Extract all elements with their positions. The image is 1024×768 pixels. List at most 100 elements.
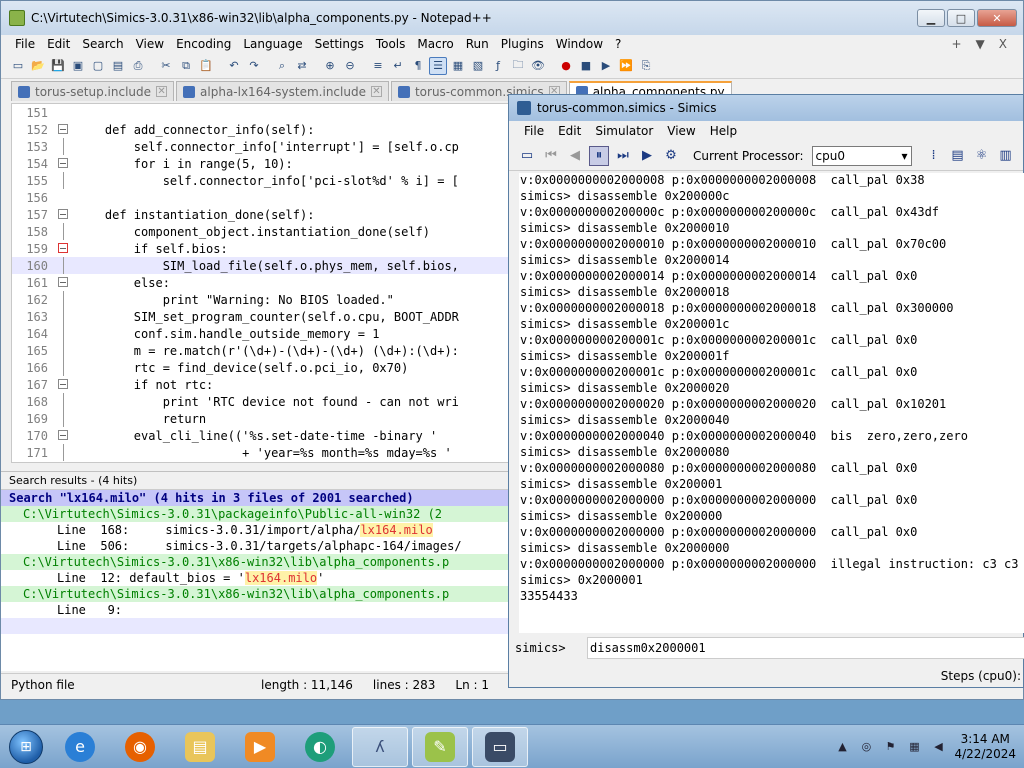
- fold-toggle-icon[interactable]: [58, 430, 68, 440]
- close-all-icon[interactable]: ▤: [109, 57, 127, 75]
- menu-edit[interactable]: Edit: [41, 37, 76, 51]
- search-hit-row[interactable]: Line 168: simics-3.0.31/import/alpha/lx1…: [1, 522, 511, 538]
- step-forward-icon[interactable]: ⏭: [613, 146, 633, 166]
- new-session-icon[interactable]: ▭: [517, 146, 537, 166]
- search-hit-row[interactable]: Line 12: default_bios = ' lx164.milo ': [1, 570, 511, 586]
- taskbar-explorer[interactable]: ▤: [172, 727, 228, 767]
- menu-macro[interactable]: Macro: [411, 37, 459, 51]
- doc-map-icon[interactable]: ▧: [469, 57, 487, 75]
- save-icon[interactable]: 💾: [49, 57, 67, 75]
- simics-console[interactable]: v:0x0000000002000008 p:0x000000000200000…: [519, 173, 1024, 633]
- undo-icon[interactable]: ↶: [225, 57, 243, 75]
- cut-icon[interactable]: ✂: [157, 57, 175, 75]
- search-hit-row[interactable]: Line 9:: [1, 602, 511, 618]
- clock[interactable]: 3:14 AM 4/22/2024: [954, 732, 1016, 762]
- command-input[interactable]: disassm0x2000001: [587, 637, 1024, 659]
- search-query-row[interactable]: Search "lx164.milo" (4 hits in 3 files o…: [1, 490, 511, 506]
- tab-torus-setup[interactable]: torus-setup.include ✕: [11, 81, 175, 101]
- menu-tools[interactable]: Tools: [370, 37, 412, 51]
- pause-icon[interactable]: ⏸: [589, 145, 609, 166]
- settings-cog-icon[interactable]: ⚙: [661, 146, 681, 166]
- replace-icon[interactable]: ⇄: [293, 57, 311, 75]
- search-file-row[interactable]: C:\Virtutech\Simics-3.0.31\x86-win32\lib…: [1, 586, 511, 602]
- run-macro-multiple-icon[interactable]: ⏩: [617, 57, 635, 75]
- volume-icon[interactable]: ◀: [930, 740, 946, 754]
- io-icon[interactable]: ▤: [948, 146, 968, 166]
- simics-menu-help[interactable]: Help: [703, 124, 744, 138]
- fold-toggle-icon[interactable]: [58, 158, 68, 168]
- menu-language[interactable]: Language: [237, 37, 308, 51]
- network-icon[interactable]: ▦: [906, 740, 922, 754]
- taskbar-simics[interactable]: ʎ: [352, 726, 408, 767]
- record-macro-icon[interactable]: ●: [557, 57, 575, 75]
- search-hit-row[interactable]: Line 506: simics-3.0.31/targets/alphapc-…: [1, 538, 511, 554]
- close-tab-icon[interactable]: ✕: [156, 86, 168, 97]
- open-file-icon[interactable]: 📂: [29, 57, 47, 75]
- tray-expand-icon[interactable]: ▲: [834, 740, 850, 754]
- menu-search[interactable]: Search: [76, 37, 129, 51]
- word-wrap-icon[interactable]: ↵: [389, 57, 407, 75]
- print-icon[interactable]: ⎙: [129, 57, 147, 75]
- play-macro-icon[interactable]: ▶: [597, 57, 615, 75]
- maximize-button[interactable]: □: [947, 9, 975, 27]
- zoom-in-icon[interactable]: ⊕: [321, 57, 339, 75]
- menu-help[interactable]: ?: [609, 37, 627, 51]
- redo-icon[interactable]: ↷: [245, 57, 263, 75]
- current-processor-select[interactable]: cpu0 ▾: [811, 145, 912, 166]
- stop-macro-icon[interactable]: ■: [577, 57, 595, 75]
- simics-menu-simulator[interactable]: Simulator: [588, 124, 660, 138]
- taskbar-ie[interactable]: e: [52, 727, 108, 767]
- menu-encoding[interactable]: Encoding: [170, 37, 237, 51]
- minimize-button[interactable]: ▁: [917, 9, 945, 27]
- taskbar-notepadpp[interactable]: ✎: [412, 726, 468, 767]
- fold-toggle-icon[interactable]: [58, 277, 68, 287]
- fold-toggle-icon[interactable]: [58, 209, 68, 219]
- new-file-icon[interactable]: ▭: [9, 57, 27, 75]
- fold-toggle-icon[interactable]: [58, 379, 68, 389]
- save-macro-icon[interactable]: ⎘: [637, 57, 655, 75]
- lang-icon[interactable]: ▦: [449, 57, 467, 75]
- save-all-icon[interactable]: ▣: [69, 57, 87, 75]
- taskbar-app-green[interactable]: ◐: [292, 727, 348, 767]
- menu-settings[interactable]: Settings: [309, 37, 370, 51]
- close-tab-icon[interactable]: ✕: [370, 86, 382, 97]
- fold-toggle-icon[interactable]: [58, 243, 68, 253]
- paste-icon[interactable]: 📋: [197, 57, 215, 75]
- taskbar-monitor[interactable]: ▭: [472, 726, 528, 767]
- close-doc-button[interactable]: X: [999, 37, 1007, 51]
- search-file-row[interactable]: C:\Virtutech\Simics-3.0.31\packageinfo\P…: [1, 506, 511, 522]
- simics-menu-file[interactable]: File: [517, 124, 551, 138]
- object-browser-icon[interactable]: ⚛: [972, 146, 992, 166]
- monitor-icon[interactable]: 👁: [529, 57, 547, 75]
- copy-icon[interactable]: ⧉: [177, 57, 195, 75]
- close-file-icon[interactable]: ▢: [89, 57, 107, 75]
- sync-scroll-icon[interactable]: ≡: [369, 57, 387, 75]
- menu-view[interactable]: View: [130, 37, 170, 51]
- function-list-icon[interactable]: ƒ: [489, 57, 507, 75]
- tab-list-button[interactable]: ▼: [976, 37, 985, 51]
- indent-guide-icon[interactable]: ☰: [429, 56, 447, 75]
- tab-alpha-lx164-system[interactable]: alpha-lx164-system.include ✕: [176, 81, 389, 101]
- run-icon[interactable]: ▶: [637, 146, 657, 166]
- menu-window[interactable]: Window: [550, 37, 609, 51]
- step-back-icon[interactable]: ⏮: [541, 146, 561, 166]
- flag-icon[interactable]: ⚑: [882, 740, 898, 754]
- folder-workspace-icon[interactable]: 🗀: [509, 57, 527, 75]
- menu-run[interactable]: Run: [460, 37, 495, 51]
- new-tab-button[interactable]: +: [951, 37, 961, 51]
- fold-toggle-icon[interactable]: [58, 124, 68, 134]
- search-file-row[interactable]: C:\Virtutech\Simics-3.0.31\x86-win32\lib…: [1, 554, 511, 570]
- find-icon[interactable]: ⌕: [273, 57, 291, 75]
- simics-menu-edit[interactable]: Edit: [551, 124, 588, 138]
- start-button[interactable]: ⊞: [4, 727, 48, 767]
- language-icon[interactable]: ◎: [858, 740, 874, 754]
- menu-file[interactable]: File: [9, 37, 41, 51]
- zoom-out-icon[interactable]: ⊖: [341, 57, 359, 75]
- taskbar-media-player[interactable]: ▶: [232, 727, 288, 767]
- reverse-icon[interactable]: ◀: [565, 146, 585, 166]
- code-editor[interactable]: 151 152 def add_connector_info(self): 15…: [11, 103, 511, 463]
- taskbar-firefox[interactable]: ◉: [112, 727, 168, 767]
- simics-menu-view[interactable]: View: [660, 124, 702, 138]
- close-button[interactable]: ✕: [977, 9, 1017, 27]
- show-all-chars-icon[interactable]: ¶: [409, 57, 427, 75]
